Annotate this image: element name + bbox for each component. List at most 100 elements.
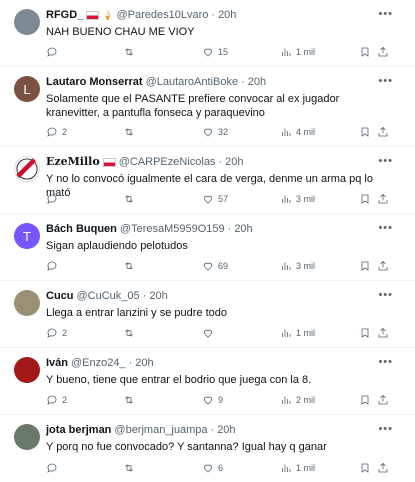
views-button[interactable]: 1 mil — [280, 460, 315, 476]
like-button[interactable]: 32 — [202, 124, 228, 140]
tweet-time[interactable]: 20h — [218, 8, 236, 22]
bookmark-button[interactable] — [359, 258, 371, 274]
like-button[interactable]: 69 — [202, 258, 228, 274]
more-icon[interactable]: ••• — [378, 156, 393, 167]
heart-icon — [204, 128, 212, 137]
author-name[interactable]: RFGD_ — [46, 8, 83, 22]
views-button[interactable]: 2 mil — [280, 392, 315, 408]
author-handle[interactable]: @Enzo24_ — [71, 356, 126, 370]
bookmark-button[interactable] — [359, 44, 371, 60]
author-name[interactable]: jota berjman — [46, 423, 111, 437]
reply-tweet[interactable]: jota berjman @berjman_juampa · 20h ••• Y… — [0, 415, 415, 482]
reply-button[interactable]: 2 — [46, 392, 67, 408]
author-handle[interactable]: @berjman_juampa — [114, 423, 207, 437]
like-button[interactable]: 15 — [202, 44, 228, 60]
like-button[interactable]: 9 — [202, 392, 223, 408]
avatar[interactable] — [14, 9, 40, 35]
share-button[interactable] — [377, 191, 389, 207]
reply-tweet[interactable]: T Bách Buquen @TeresaM5959O159 · 20h •••… — [0, 214, 415, 281]
more-icon[interactable]: ••• — [378, 9, 393, 20]
more-icon[interactable]: ••• — [378, 223, 393, 234]
retweet-button[interactable] — [123, 44, 135, 60]
share-button[interactable] — [377, 258, 389, 274]
bookmark-button[interactable] — [359, 325, 371, 341]
share-button[interactable] — [377, 44, 389, 60]
tweet-time[interactable]: 20h — [225, 155, 243, 169]
share-icon — [378, 46, 388, 57]
tweet-time[interactable]: 20h — [149, 289, 167, 303]
avatar[interactable]: T — [14, 223, 40, 249]
avatar[interactable] — [14, 156, 40, 182]
tweet-text: Y bueno, tiene que entrar el bodrio que … — [46, 374, 312, 386]
tweet-time[interactable]: 20h — [234, 222, 252, 236]
share-button[interactable] — [377, 325, 389, 341]
retweet-button[interactable] — [123, 325, 135, 341]
bookmark-button[interactable] — [359, 191, 371, 207]
author-name[interactable]: Iván — [46, 356, 68, 370]
more-icon[interactable]: ••• — [378, 424, 393, 435]
share-button[interactable] — [377, 392, 389, 408]
bookmark-button[interactable] — [359, 392, 371, 408]
retweet-button[interactable] — [123, 191, 135, 207]
reply-icon — [47, 328, 57, 338]
club-crest-icon — [16, 158, 38, 180]
reply-icon — [47, 463, 57, 473]
views-icon — [282, 195, 291, 203]
avatar[interactable]: L — [14, 76, 40, 102]
share-button[interactable] — [377, 124, 389, 140]
tweet-time[interactable]: 20h — [248, 75, 266, 89]
author-handle[interactable]: @Paredes10Lvaro — [117, 8, 209, 22]
views-button[interactable]: 3 mil — [280, 191, 315, 207]
bookmark-icon — [361, 395, 369, 405]
more-icon[interactable]: ••• — [378, 290, 393, 301]
retweet-icon — [125, 396, 133, 404]
reply-tweet[interactable]: Cucu @CuCuk_05 · 20h ••• Llega a entrar … — [0, 281, 415, 348]
retweet-button[interactable] — [123, 392, 135, 408]
reply-tweet[interactable]: EzeMillo @CARPEzeNicolas · 20h ••• Y no … — [0, 147, 415, 214]
reply-tweet[interactable]: RFGD_ 🍦 @Paredes10Lvaro · 20h ••• NAH BU… — [0, 0, 415, 67]
like-button[interactable]: 6 — [202, 460, 223, 476]
reply-button[interactable] — [46, 191, 62, 207]
retweet-button[interactable] — [123, 258, 135, 274]
tweet-time[interactable]: 20h — [135, 356, 153, 370]
reply-icon — [47, 395, 57, 405]
author-handle[interactable]: @TeresaM5959O159 — [120, 222, 225, 236]
reply-button[interactable] — [46, 258, 62, 274]
views-button[interactable]: 1 mil — [280, 44, 315, 60]
views-button[interactable]: 4 mil — [280, 124, 315, 140]
author-name[interactable]: Cucu — [46, 289, 74, 303]
retweet-icon — [125, 48, 133, 56]
reply-button[interactable] — [46, 460, 62, 476]
tweet-text: NAH BUENO CHAU ME VIOY — [46, 26, 195, 38]
avatar[interactable] — [14, 424, 40, 450]
author-handle[interactable]: @CuCuk_05 — [77, 289, 140, 303]
retweet-button[interactable] — [123, 460, 135, 476]
views-button[interactable]: 3 mil — [280, 258, 315, 274]
retweet-button[interactable] — [123, 124, 135, 140]
tweet-text: Llega a entrar lanzini y se pudre todo — [46, 307, 228, 319]
bookmark-icon — [361, 328, 369, 338]
author-name[interactable]: Bách Buquen — [46, 222, 117, 236]
bookmark-button[interactable] — [359, 124, 371, 140]
avatar[interactable] — [14, 357, 40, 383]
share-button[interactable] — [377, 460, 389, 476]
reply-button[interactable]: 2 — [46, 325, 67, 341]
avatar[interactable] — [14, 290, 40, 316]
bookmark-icon — [361, 463, 369, 473]
reply-button[interactable] — [46, 44, 62, 60]
like-button[interactable]: 57 — [202, 191, 228, 207]
reply-tweet[interactable]: L Lautaro Monserrat @LautaroAntiBoke · 2… — [0, 67, 415, 147]
author-name[interactable]: EzeMillo — [46, 155, 100, 169]
tweet-time[interactable]: 20h — [217, 423, 235, 437]
author-handle[interactable]: @LautaroAntiBoke — [146, 75, 239, 89]
like-button[interactable] — [202, 325, 218, 341]
bookmark-button[interactable] — [359, 460, 371, 476]
flag-icon — [102, 157, 116, 167]
author-handle[interactable]: @CARPEzeNicolas — [119, 155, 216, 169]
views-button[interactable]: 1 mil — [280, 325, 315, 341]
author-name[interactable]: Lautaro Monserrat — [46, 75, 143, 89]
more-icon[interactable]: ••• — [378, 76, 393, 87]
more-icon[interactable]: ••• — [378, 357, 393, 368]
reply-tweet[interactable]: Iván @Enzo24_ · 20h ••• Y bueno, tiene q… — [0, 348, 415, 415]
reply-button[interactable]: 2 — [46, 124, 67, 140]
